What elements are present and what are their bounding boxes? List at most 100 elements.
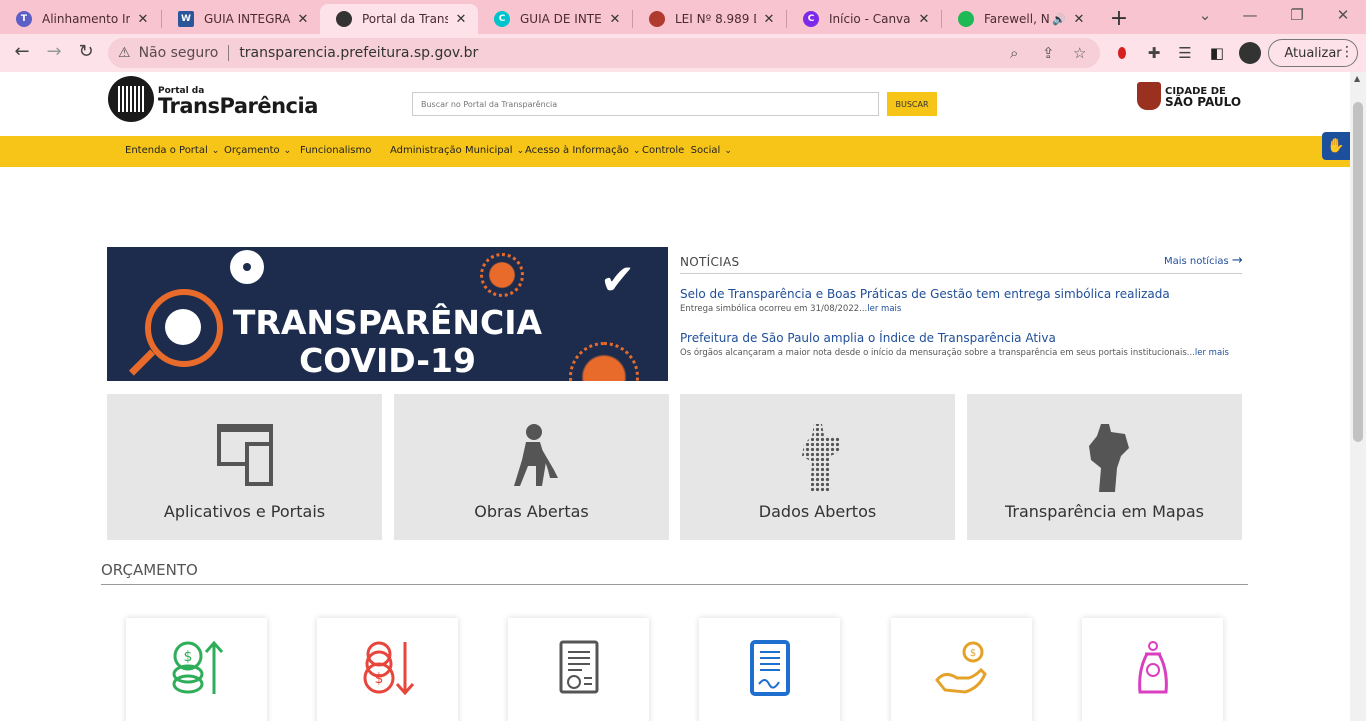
address-bar[interactable]: ⚠ Não seguro transparencia.prefeitura.sp… bbox=[108, 38, 1100, 68]
media-control-icon[interactable]: ☰ bbox=[1175, 43, 1195, 63]
page-scrollbar[interactable]: ▲ bbox=[1350, 72, 1366, 721]
canva-icon: C bbox=[803, 11, 819, 27]
card-aplicativos[interactable]: Aplicativos e Portais bbox=[107, 394, 382, 540]
restore-icon[interactable]: ❐ bbox=[1287, 6, 1307, 24]
card-obras[interactable]: Obras Abertas bbox=[394, 394, 669, 540]
opera-extension-icon[interactable]: ⬮ bbox=[1112, 43, 1132, 63]
word-icon: W bbox=[178, 11, 194, 27]
search-button[interactable]: BUSCAR bbox=[887, 92, 937, 116]
city-map-icon bbox=[1089, 424, 1129, 492]
menu-orcamento[interactable]: Orçamento ⌄ bbox=[224, 145, 291, 156]
close-icon[interactable]: ✕ bbox=[296, 12, 310, 27]
security-label[interactable]: Não seguro bbox=[139, 45, 219, 61]
tab-canva-guide[interactable]: C GUIA DE INTEGR ✕ bbox=[478, 4, 632, 34]
side-panel-icon[interactable]: ◧ bbox=[1207, 43, 1227, 63]
reload-icon[interactable]: ↻ bbox=[75, 41, 97, 63]
scroll-up-icon[interactable]: ▲ bbox=[1354, 74, 1360, 83]
budget-relatorios[interactable] bbox=[508, 618, 649, 721]
search-input[interactable] bbox=[412, 92, 879, 116]
chevron-down-icon: ⌄ bbox=[211, 146, 220, 156]
budget-receitas[interactable]: $ bbox=[126, 618, 267, 721]
profile-avatar[interactable] bbox=[1239, 42, 1261, 64]
card-dados[interactable]: Dados Abertos bbox=[680, 394, 955, 540]
tab-word[interactable]: W GUIA INTEGRAÇÃ ✕ bbox=[162, 4, 320, 34]
dotted-map-icon bbox=[802, 424, 840, 492]
section-title-orcamento: ORÇAMENTO bbox=[101, 561, 198, 579]
read-more-link[interactable]: ler mais bbox=[1195, 348, 1229, 358]
menu-label: Orçamento bbox=[224, 145, 280, 156]
chevron-down-icon: ⌄ bbox=[283, 146, 292, 156]
share-icon[interactable]: ⇪ bbox=[1042, 44, 1055, 62]
window-close-icon[interactable]: ✕ bbox=[1333, 6, 1353, 24]
menu-entenda-portal[interactable]: Entenda o Portal ⌄ bbox=[125, 145, 219, 156]
bookmark-star-icon[interactable]: ☆ bbox=[1073, 44, 1086, 62]
accessibility-libras-icon[interactable]: ✋ bbox=[1322, 132, 1350, 160]
close-icon[interactable]: ✕ bbox=[917, 12, 931, 27]
svg-text:$: $ bbox=[184, 649, 193, 665]
card-label: Transparência em Mapas bbox=[1004, 502, 1204, 521]
card-mapas[interactable]: Transparência em Mapas bbox=[967, 394, 1242, 540]
tab-teams[interactable]: T Alinhamento Inte ✕ bbox=[0, 4, 160, 34]
city-crest-icon[interactable] bbox=[1137, 82, 1161, 110]
banner-line1: TRANSPARÊNCIA bbox=[232, 303, 543, 342]
tab-title: GUIA INTEGRAÇÃ bbox=[204, 12, 290, 26]
scroll-thumb[interactable] bbox=[1353, 102, 1363, 442]
menu-acesso-informacao[interactable]: Acesso à Informação ⌄ bbox=[525, 145, 640, 156]
canva-icon: C bbox=[494, 11, 510, 27]
new-tab-button[interactable]: + bbox=[1108, 6, 1130, 31]
teams-icon: T bbox=[16, 11, 32, 27]
tab-portal[interactable]: Portal da Transpa ✕ bbox=[320, 4, 478, 34]
portal-logo-icon[interactable] bbox=[108, 76, 154, 122]
budget-contratos[interactable] bbox=[699, 618, 840, 721]
expense-down-icon: $ bbox=[363, 641, 415, 696]
zoom-icon[interactable]: ⌕ bbox=[1010, 44, 1018, 62]
browser-menu-icon[interactable]: ⋮ bbox=[1340, 44, 1354, 60]
close-icon[interactable]: ✕ bbox=[454, 12, 468, 27]
back-icon[interactable]: ← bbox=[11, 41, 33, 63]
menu-funcionalismo[interactable]: Funcionalismo bbox=[300, 145, 371, 156]
chevron-down-icon: ⌄ bbox=[632, 146, 641, 156]
menu-label: Administração Municipal bbox=[390, 145, 513, 156]
covid-banner[interactable]: ✔ TRANSPARÊNCIA COVID-19 bbox=[107, 247, 668, 381]
menu-administracao[interactable]: Administração Municipal ⌄ bbox=[390, 145, 524, 156]
menu-label: Entenda o Portal bbox=[125, 145, 208, 156]
warning-icon[interactable]: ⚠ bbox=[118, 45, 131, 61]
eye-icon bbox=[230, 250, 264, 284]
extensions-puzzle-icon[interactable]: ✚ bbox=[1144, 43, 1164, 63]
close-icon[interactable]: ✕ bbox=[608, 12, 622, 27]
speaker-icon[interactable]: 🔊 bbox=[1052, 13, 1066, 26]
close-icon[interactable]: ✕ bbox=[136, 12, 150, 27]
divider bbox=[228, 45, 230, 61]
close-icon[interactable]: ✕ bbox=[762, 12, 776, 27]
news-heading: NOTÍCIAS bbox=[680, 255, 740, 269]
news-item-title[interactable]: Selo de Transparência e Boas Práticas de… bbox=[680, 287, 1170, 301]
document-chart-icon bbox=[559, 640, 599, 694]
revenue-up-icon: $ bbox=[172, 640, 224, 694]
read-more-link[interactable]: ler mais bbox=[867, 304, 901, 314]
card-label: Dados Abertos bbox=[758, 502, 877, 521]
more-news-link[interactable]: Mais notícias → bbox=[1164, 253, 1243, 268]
menu-label: Controle Social bbox=[642, 145, 721, 156]
budget-despesas[interactable]: $ bbox=[317, 618, 458, 721]
budget-tributos[interactable] bbox=[1082, 618, 1223, 721]
city-logo-text[interactable]: CIDADE DE SÃO PAULO bbox=[1165, 86, 1241, 108]
tab-lei[interactable]: LEI Nº 8.989 DE 2 ✕ bbox=[633, 4, 786, 34]
menu-controle-social[interactable]: Controle Social ⌄ bbox=[642, 145, 732, 156]
forward-icon[interactable]: → bbox=[43, 41, 65, 63]
tab-spotify[interactable]: Farewell, Nev 🔊 ✕ bbox=[942, 4, 1096, 34]
url-text[interactable]: transparencia.prefeitura.sp.gov.br bbox=[239, 45, 478, 61]
minimize-icon[interactable]: — bbox=[1240, 6, 1260, 24]
crest-icon bbox=[649, 11, 665, 27]
news-item-title[interactable]: Prefeitura de São Paulo amplia o Índice … bbox=[680, 331, 1056, 345]
menu-label: Funcionalismo bbox=[300, 145, 372, 156]
tab-search-icon[interactable]: ⌄ bbox=[1195, 6, 1215, 24]
tab-canva[interactable]: C Início - Canva ✕ bbox=[787, 4, 941, 34]
logo-title[interactable]: TransParência bbox=[158, 94, 318, 118]
update-label: Atualizar bbox=[1284, 45, 1342, 61]
budget-transferencias[interactable]: $ bbox=[891, 618, 1032, 721]
menu-label: Acesso à Informação bbox=[525, 145, 629, 156]
spotify-icon bbox=[958, 11, 974, 27]
close-icon[interactable]: ✕ bbox=[1072, 12, 1086, 27]
news-item-summary: Os órgãos alcançaram a maior nota desde … bbox=[680, 348, 1229, 358]
contract-icon bbox=[750, 640, 790, 696]
